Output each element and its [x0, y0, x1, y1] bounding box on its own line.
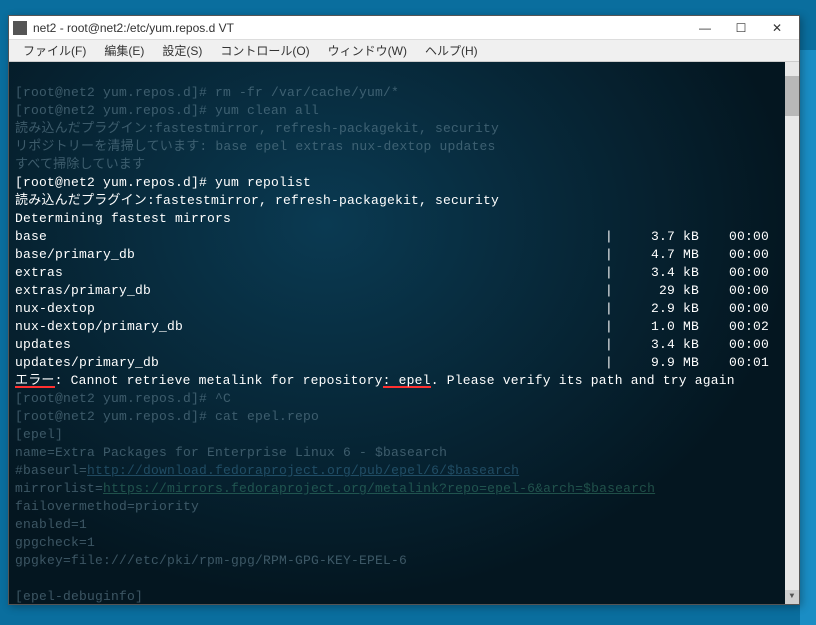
- terminal-content[interactable]: [root@net2 yum.repos.d]# rm -fr /var/cac…: [9, 62, 799, 604]
- dim-line: [root@net2 yum.repos.d]# cat epel.repo: [15, 409, 319, 424]
- dim-line: [epel-debuginfo]: [15, 589, 143, 604]
- menu-window[interactable]: ウィンドウ(W): [320, 40, 415, 61]
- repo-row: base/primary_db|4.7 MB00:00: [15, 246, 793, 264]
- menu-edit[interactable]: 編集(E): [96, 40, 152, 61]
- dim-line: 読み込んだプラグイン:fastestmirror, refresh-packag…: [15, 121, 499, 136]
- menu-bar: ファイル(F) 編集(E) 設定(S) コントロール(O) ウィンドウ(W) ヘ…: [9, 40, 799, 62]
- dim-line: name=Extra Packages for Enterprise Linux…: [15, 445, 447, 460]
- error-underline-icon: : epel: [383, 372, 431, 388]
- window-title: net2 - root@net2:/etc/yum.repos.d VT: [33, 21, 687, 35]
- window-controls: — ☐ ✕: [687, 17, 795, 39]
- maximize-button[interactable]: ☐: [723, 17, 759, 39]
- scrollbar[interactable]: ▲ ▼: [785, 62, 799, 604]
- dim-line: mirrorlist=https://mirrors.fedoraproject…: [15, 481, 655, 496]
- output-line: Determining fastest mirrors: [15, 211, 231, 226]
- close-button[interactable]: ✕: [759, 17, 795, 39]
- menu-control[interactable]: コントロール(O): [212, 40, 317, 61]
- menu-help[interactable]: ヘルプ(H): [417, 40, 486, 61]
- command-line: [root@net2 yum.repos.d]# yum repolist: [15, 175, 311, 190]
- window-icon: [13, 21, 27, 35]
- repo-row: base|3.7 kB00:00: [15, 228, 793, 246]
- dim-line: [epel]: [15, 427, 63, 442]
- menu-file[interactable]: ファイル(F): [15, 40, 94, 61]
- dim-line: enabled=1: [15, 517, 87, 532]
- dim-line: [root@net2 yum.repos.d]# rm -fr /var/cac…: [15, 85, 399, 100]
- titlebar[interactable]: net2 - root@net2:/etc/yum.repos.d VT — ☐…: [9, 16, 799, 40]
- dim-line: [root@net2 yum.repos.d]# ^C: [15, 391, 231, 406]
- error-line: エラー: Cannot retrieve metalink for reposi…: [15, 373, 735, 388]
- scroll-thumb[interactable]: [785, 76, 799, 116]
- dim-line: [root@net2 yum.repos.d]# yum clean all: [15, 103, 319, 118]
- dim-line: すべて掃除しています: [15, 157, 145, 172]
- dim-line: gpgcheck=1: [15, 535, 95, 550]
- dim-line: gpgkey=file:///etc/pki/rpm-gpg/RPM-GPG-K…: [15, 553, 407, 568]
- menu-settings[interactable]: 設定(S): [154, 40, 210, 61]
- repo-row: extras/primary_db|29 kB00:00: [15, 282, 793, 300]
- repo-row: updates/primary_db|9.9 MB00:01: [15, 354, 793, 372]
- repo-row: extras|3.4 kB00:00: [15, 264, 793, 282]
- output-line: 読み込んだプラグイン:fastestmirror, refresh-packag…: [15, 193, 499, 208]
- repo-row: updates|3.4 kB00:00: [15, 336, 793, 354]
- error-underline-icon: エラー: [15, 372, 55, 388]
- dim-line: failovermethod=priority: [15, 499, 199, 514]
- dim-line: リポジトリーを清掃しています: base epel extras nux-dex…: [15, 139, 495, 154]
- minimize-button[interactable]: —: [687, 17, 723, 39]
- terminal-window: net2 - root@net2:/etc/yum.repos.d VT — ☐…: [8, 15, 800, 605]
- desktop-background-edge: [800, 50, 816, 625]
- dim-line: #baseurl=http://download.fedoraproject.o…: [15, 463, 519, 478]
- scroll-down-icon[interactable]: ▼: [785, 590, 799, 604]
- repo-row: nux-dextop/primary_db|1.0 MB00:02: [15, 318, 793, 336]
- repo-row: nux-dextop|2.9 kB00:00: [15, 300, 793, 318]
